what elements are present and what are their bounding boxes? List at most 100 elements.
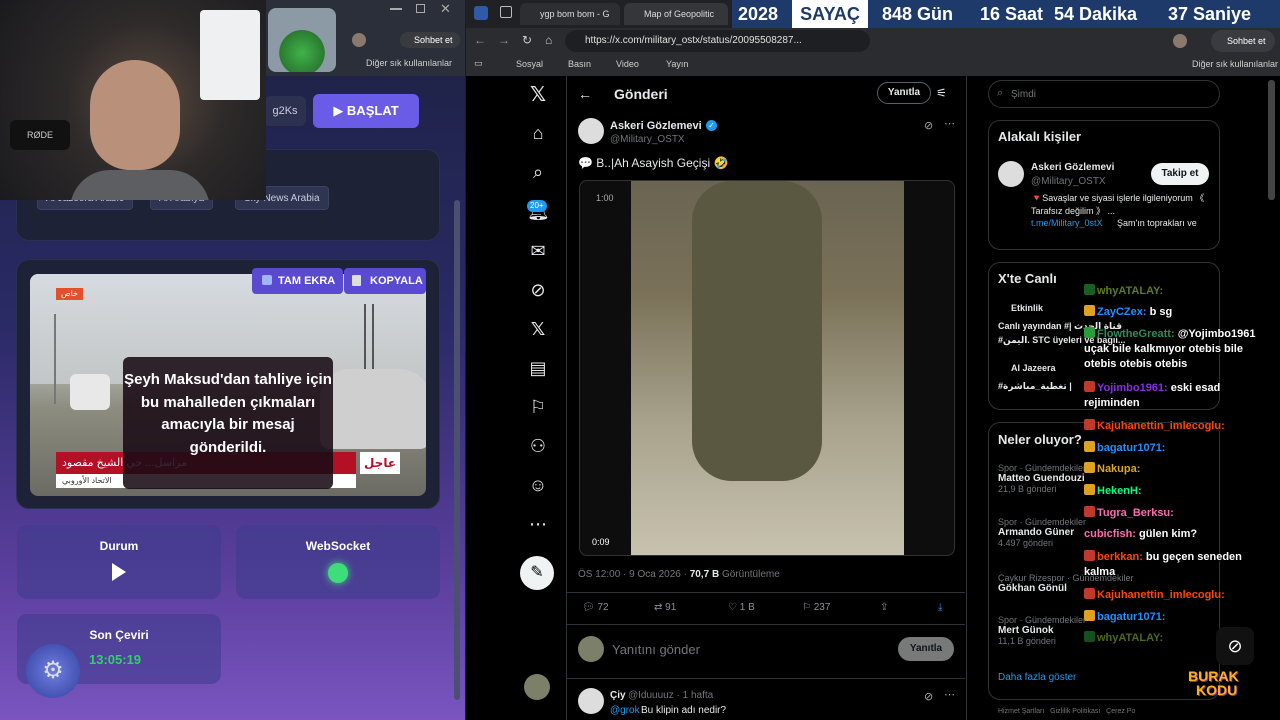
search-box[interactable]: ⌕ Şimdi: [988, 80, 1220, 108]
comment-text: Bu klipin adı nedir?: [641, 705, 727, 716]
search-icon: ⌕: [997, 87, 1004, 99]
chat-text: gülen kim?: [1139, 528, 1198, 540]
reply-submit-button[interactable]: Yanıtla: [898, 637, 954, 661]
footer-terms[interactable]: Hizmet Şartları: [998, 708, 1044, 715]
scrollbar[interactable]: [454, 200, 460, 700]
reply-input[interactable]: Yanıtını gönder: [612, 642, 700, 657]
repost-action[interactable]: ⇄ 91: [654, 602, 676, 613]
related-avatar[interactable]: [998, 161, 1024, 187]
views-count: 70,7 B: [689, 569, 720, 580]
reply-action[interactable]: 💬︎ 72: [582, 602, 609, 613]
forward-icon[interactable]: →: [498, 33, 510, 47]
chat-button-right[interactable]: Sohbet et: [1211, 30, 1275, 52]
lists-nav-icon[interactable]: ▤: [527, 357, 549, 379]
comment-avatar[interactable]: [578, 688, 604, 714]
more-options-icon[interactable]: ⋯: [944, 117, 955, 130]
copy-icon: [352, 275, 361, 286]
bookmark-yayin[interactable]: Yayın: [666, 59, 688, 69]
bookmarks-other[interactable]: Diğer sık kullanılanlar: [366, 58, 452, 68]
pole: [54, 314, 56, 404]
related-bio: 🔻Savaşlar ve siyasi işlerle ilgileniyoru…: [1031, 193, 1205, 216]
account-avatar[interactable]: [524, 674, 550, 700]
bookmark-action[interactable]: ⚐ 237: [802, 602, 830, 613]
live-1-name[interactable]: Etkinlik: [1011, 303, 1043, 313]
chat-message: FlowtheGreatt: @Yojimbo1961 uçak bile ka…: [1084, 327, 1264, 372]
grok-nav-icon[interactable]: ⊘: [527, 279, 549, 301]
bookmarks-other-right[interactable]: Diğer sık kullanılanlar: [1192, 59, 1278, 69]
trend-category: Spor · Gündemdekiler: [998, 615, 1087, 625]
avatar[interactable]: [352, 33, 366, 47]
live-2-name[interactable]: Al Jazeera: [1011, 363, 1056, 373]
chat-message: bagatur1071:: [1084, 441, 1165, 454]
play-icon[interactable]: [112, 563, 126, 581]
bookmark-basin[interactable]: Basın: [568, 59, 591, 69]
communities-nav-icon[interactable]: ⚇: [527, 435, 549, 457]
author-avatar[interactable]: [578, 118, 604, 144]
websocket-label: WebSocket: [305, 539, 371, 553]
comment-author[interactable]: Çiy: [610, 690, 626, 701]
settings-gear-icon[interactable]: ⚙: [26, 644, 80, 698]
countdown-days: 848 Gün: [882, 4, 954, 24]
x-logo-icon[interactable]: 𝕏: [527, 84, 549, 106]
workspaces-icon[interactable]: [500, 6, 512, 18]
comment-more-icon[interactable]: ⋯: [944, 688, 955, 701]
like-action[interactable]: ♡ 1 B: [728, 602, 755, 613]
messages-nav-icon[interactable]: ✉: [527, 240, 549, 262]
reply-count: 72: [597, 602, 609, 613]
chat-message: Kajuhanettin_imlecoglu:: [1084, 419, 1225, 432]
trend-item[interactable]: Spor · Gündemdekiler Matteo Guendouzi 21…: [998, 463, 1086, 494]
bookmark-sosyal[interactable]: Sosyal: [516, 59, 543, 69]
show-more-link[interactable]: Daha fazla göster: [998, 672, 1076, 683]
live-2-text[interactable]: #تغطية_مباشرة |: [998, 381, 1072, 392]
tab-ygp[interactable]: ygp bom bom - G: [520, 3, 620, 25]
back-arrow-icon[interactable]: ←: [578, 86, 592, 102]
profile-avatar[interactable]: [1173, 34, 1187, 48]
close-icon[interactable]: ✕: [440, 1, 451, 17]
bookmark-video[interactable]: Video: [616, 59, 639, 69]
comment-grok-icon[interactable]: ⊘: [924, 690, 933, 703]
explore-nav-icon[interactable]: ⌕: [527, 161, 549, 183]
search-input[interactable]: Şimdi: [1011, 89, 1036, 100]
start-button[interactable]: ▶ BAŞLAT: [313, 94, 419, 128]
filter-icon[interactable]: ⚟: [936, 86, 947, 100]
back-icon[interactable]: ←: [474, 33, 486, 47]
tab-actions-icon[interactable]: [474, 6, 488, 20]
minimize-icon[interactable]: [390, 8, 402, 10]
url-field[interactable]: https://x.com/military_ostx/status/20095…: [565, 30, 870, 52]
chat-message: ZayCZex: b sg: [1084, 305, 1172, 318]
home-nav-icon[interactable]: ⌂: [527, 122, 549, 144]
chat-button[interactable]: Sohbet et: [400, 32, 460, 48]
trend-item[interactable]: Spor · Gündemdekiler Armando Güner 4.497…: [998, 517, 1086, 548]
status-card: Durum: [17, 525, 221, 599]
page-scrollbar[interactable]: [1268, 80, 1275, 200]
premium-nav-icon[interactable]: 𝕏: [527, 318, 549, 340]
footer-cookies[interactable]: Çerez Po: [1106, 708, 1135, 715]
trend-item[interactable]: Spor · Gündemdekiler Mert Günok 11,1 B g…: [998, 615, 1086, 646]
follow-button[interactable]: Takip et: [1151, 163, 1209, 185]
compose-post-icon[interactable]: ✎: [520, 556, 554, 590]
more-nav-icon[interactable]: ⋯: [527, 513, 549, 535]
countdown-banner: 2028 SAYAÇ 848 Gün 16 Saat 54 Dakika 37 …: [732, 0, 1280, 28]
tab-map-geopolitics[interactable]: Map of Geopolitic: [624, 3, 728, 25]
bookmarks-nav-icon[interactable]: ⚐: [527, 396, 549, 418]
footer-privacy[interactable]: Gizlilik Politikası: [1050, 708, 1100, 715]
related-name[interactable]: Askeri Gözlemevi: [1031, 162, 1114, 173]
related-handle: @Military_OSTX: [1031, 176, 1106, 187]
profile-nav-icon[interactable]: ☺: [527, 474, 549, 496]
video-subject: [692, 181, 822, 481]
grok-icon[interactable]: ⊘: [924, 119, 933, 132]
download-icon[interactable]: ⤓: [938, 602, 942, 613]
post-video[interactable]: 1:00 0:09: [579, 180, 955, 556]
author-name[interactable]: Askeri Gözlemevi: [610, 120, 702, 132]
maximize-icon[interactable]: [416, 4, 425, 13]
reply-pill[interactable]: Yanıtla: [877, 82, 931, 104]
comment-mention[interactable]: @grok: [610, 705, 640, 716]
key-field-partial[interactable]: g2Ks: [264, 96, 306, 126]
related-link[interactable]: t.me/Military_0stX: [1031, 218, 1103, 228]
author-handle[interactable]: @Military_OSTX: [610, 134, 685, 145]
share-icon[interactable]: ⇪: [880, 602, 888, 613]
home-icon[interactable]: ⌂: [545, 33, 552, 47]
reading-list-icon[interactable]: ▭: [474, 58, 483, 69]
actions-bottom-divider: [567, 624, 965, 625]
reload-icon[interactable]: ↻: [522, 33, 532, 47]
